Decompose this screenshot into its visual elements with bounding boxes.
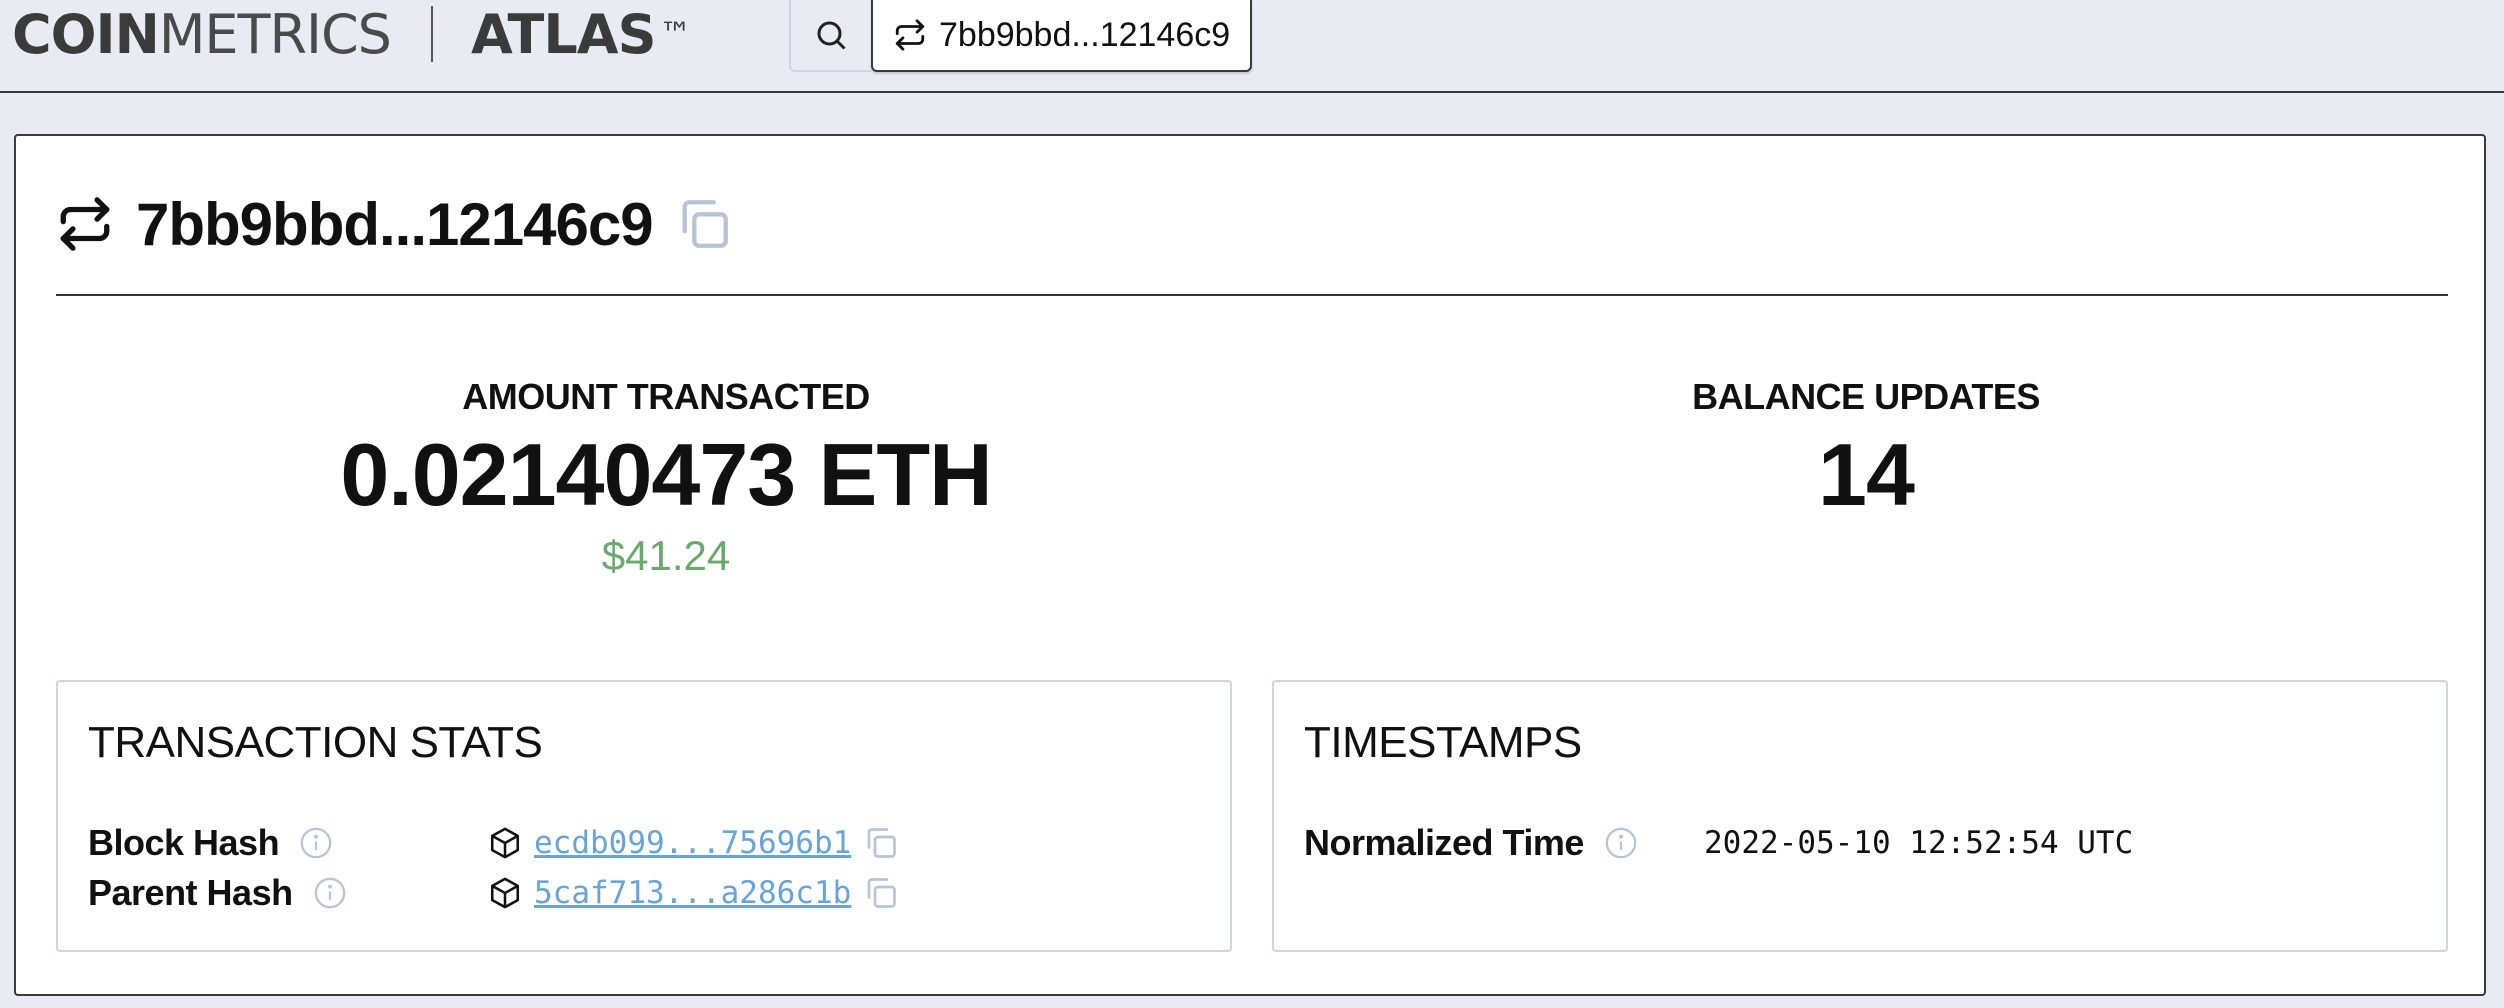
transfer-icon: [893, 18, 927, 52]
search-icon: [813, 17, 849, 53]
normalized-time-cell: 2022-05-10 12:52:54 UTC: [1704, 820, 2133, 866]
balance-updates-metric: BALANCE UPDATES 14: [1466, 376, 2266, 526]
block-hash-row: Block Hash: [88, 820, 333, 866]
block-hash-link[interactable]: ecdb099...75696b1: [534, 825, 851, 861]
balance-updates-label: BALANCE UPDATES: [1692, 376, 2040, 417]
page-title: 7bb9bbd...12146c9: [136, 190, 654, 258]
info-icon[interactable]: [299, 826, 333, 860]
block-hash-cell: ecdb099...75696b1: [488, 820, 899, 866]
block-hash-label: Block Hash: [88, 822, 280, 863]
parent-hash-label: Parent Hash: [88, 872, 293, 913]
transaction-header: 7bb9bbd...12146c9: [56, 180, 733, 268]
cube-icon: [488, 826, 522, 860]
tab-bar: 7bb9bbd...12146c9: [789, 0, 1253, 72]
parent-hash-cell: 5caf713...a286c1b: [488, 870, 899, 916]
normalized-time-label: Normalized Time: [1304, 822, 1584, 863]
top-bar: COIN METRICS ATLAS ™ 7bb9bbd...12146c9: [0, 0, 2504, 93]
coinmetrics-atlas-logo[interactable]: COIN METRICS ATLAS ™: [12, 0, 691, 68]
timestamps-panel: TIMESTAMPS Normalized Time 2022-05-10 12…: [1272, 680, 2448, 952]
amount-transacted-label: AMOUNT TRANSACTED: [462, 376, 870, 417]
info-icon[interactable]: [313, 876, 347, 910]
transaction-stats-title: TRANSACTION STATS: [88, 718, 543, 767]
balance-updates-value: 14: [1818, 425, 1915, 524]
copy-icon[interactable]: [863, 875, 899, 911]
search-tab[interactable]: [789, 0, 871, 72]
tab-transaction[interactable]: 7bb9bbd...12146c9: [871, 0, 1253, 72]
copy-icon[interactable]: [863, 825, 899, 861]
logo-divider: [430, 6, 433, 62]
amount-transacted-value: 0.02140473 ETH: [340, 425, 992, 524]
product-name: ATLAS: [470, 2, 657, 66]
parent-hash-row: Parent Hash: [88, 870, 347, 916]
transaction-stats-panel: TRANSACTION STATS Block Hash ecdb099...7…: [56, 680, 1232, 952]
timestamps-title: TIMESTAMPS: [1304, 718, 1582, 767]
parent-hash-link[interactable]: 5caf713...a286c1b: [534, 875, 851, 911]
brand-secondary: METRICS: [158, 2, 392, 66]
transaction-card: 7bb9bbd...12146c9 AMOUNT TRANSACTED 0.02…: [14, 134, 2486, 996]
transfer-icon: [56, 195, 114, 253]
brand-primary: COIN: [12, 2, 160, 66]
tab-transaction-label: 7bb9bbd...12146c9: [939, 15, 1231, 54]
normalized-time-value: 2022-05-10 12:52:54 UTC: [1704, 825, 2134, 861]
cube-icon: [488, 876, 522, 910]
header-divider: [56, 294, 2448, 296]
trademark: ™: [659, 15, 691, 53]
info-icon[interactable]: [1604, 826, 1638, 860]
amount-usd-value: $41.24: [601, 532, 731, 579]
copy-icon[interactable]: [675, 195, 733, 253]
amount-transacted-metric: AMOUNT TRANSACTED 0.02140473 ETH $41.24: [266, 376, 1066, 580]
normalized-time-row: Normalized Time: [1304, 820, 1638, 866]
